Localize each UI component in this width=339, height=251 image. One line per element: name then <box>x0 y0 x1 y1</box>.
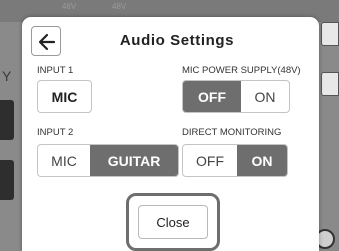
background-tick-label: 48V <box>112 2 127 11</box>
background-side-button <box>321 22 339 46</box>
dialog-title: Audio Settings <box>119 32 235 49</box>
arrow-left-icon <box>38 33 56 51</box>
background-panel <box>0 100 14 140</box>
mic-power-toggle: OFF ON <box>182 80 290 113</box>
mic-power-off-option[interactable]: OFF <box>183 81 241 112</box>
close-button-focus-ring: Close <box>126 193 220 251</box>
input1-mic-button[interactable]: MIC <box>37 80 92 113</box>
close-button[interactable]: Close <box>138 205 208 239</box>
direct-monitoring-on-option[interactable]: ON <box>237 145 287 176</box>
mic-power-label: MIC POWER SUPPLY(48V) <box>182 65 301 76</box>
back-button[interactable] <box>31 26 61 56</box>
background-tick-label: 48V <box>62 2 77 11</box>
input2-toggle: MIC GUITAR <box>37 144 179 177</box>
input1-label: INPUT 1 <box>37 65 74 76</box>
input2-mic-option[interactable]: MIC <box>38 145 90 176</box>
background-side-button <box>321 72 339 96</box>
input2-label: INPUT 2 <box>37 127 74 138</box>
direct-monitoring-off-option[interactable]: OFF <box>183 145 237 176</box>
direct-monitoring-label: DIRECT MONITORING <box>182 127 282 138</box>
direct-monitoring-toggle: OFF ON <box>182 144 288 177</box>
input2-guitar-option[interactable]: GUITAR <box>90 145 178 176</box>
background-letter: Y <box>2 68 12 84</box>
background-panel <box>0 160 14 200</box>
mic-power-on-option[interactable]: ON <box>241 81 289 112</box>
audio-settings-dialog: Audio Settings INPUT 1 MIC MIC POWER SUP… <box>22 17 319 251</box>
